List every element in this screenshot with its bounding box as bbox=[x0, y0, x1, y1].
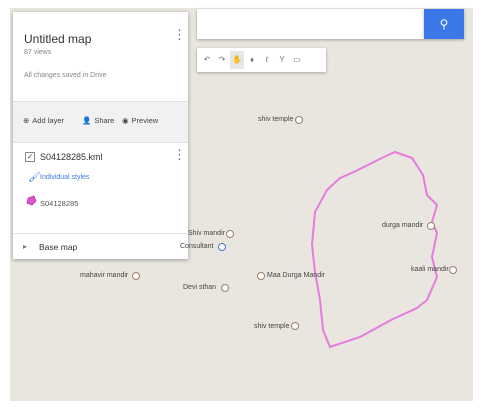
expand-arrow-icon[interactable]: ▸ bbox=[23, 242, 27, 251]
map-toolbar: ↶ ↷ ✋ ⬧ ℓ Y ▭ bbox=[197, 48, 326, 72]
place-label[interactable]: Consultant bbox=[180, 243, 213, 250]
redo-icon[interactable]: ↷ bbox=[215, 51, 229, 69]
place-label[interactable]: shiv temple bbox=[254, 323, 289, 330]
ruler-icon[interactable]: ▭ bbox=[290, 51, 304, 69]
place-marker-icon[interactable] bbox=[221, 284, 229, 292]
draw-line-icon[interactable]: ℓ bbox=[260, 51, 274, 69]
directions-icon[interactable]: Y bbox=[275, 51, 289, 69]
place-label[interactable]: Shiv mandir bbox=[188, 230, 225, 237]
views-count: 87 views bbox=[24, 49, 52, 56]
marker-icon[interactable]: ⬧ bbox=[245, 51, 259, 69]
layer-options-icon[interactable]: ⋮ bbox=[173, 148, 186, 161]
place-marker-icon[interactable] bbox=[449, 266, 457, 274]
map-options-icon[interactable]: ⋮ bbox=[173, 28, 186, 41]
place-marker-icon[interactable] bbox=[257, 272, 265, 280]
place-marker-icon[interactable] bbox=[291, 322, 299, 330]
place-label[interactable]: mahavir mandir bbox=[80, 272, 128, 279]
individual-styles-link[interactable]: Individual styles bbox=[40, 174, 89, 181]
place-label[interactable]: durga mandir bbox=[382, 222, 423, 229]
map-title[interactable]: Untitled map bbox=[24, 32, 91, 46]
base-map-label: Base map bbox=[39, 242, 78, 252]
preview-icon: ◉ bbox=[122, 116, 129, 125]
add-layer-icon: ⊕ bbox=[23, 116, 30, 125]
polygon-style-icon[interactable] bbox=[26, 195, 37, 206]
share-icon: 👤 bbox=[82, 116, 92, 125]
share-label: Share bbox=[94, 116, 115, 125]
layer-name[interactable]: S04128285.kml bbox=[40, 152, 103, 162]
layer-checkbox[interactable]: ✓ bbox=[25, 152, 35, 162]
layer-item-label[interactable]: S04128285 bbox=[40, 199, 78, 208]
paint-roller-icon: 🖌 bbox=[28, 172, 41, 183]
place-label[interactable]: Devi sthan bbox=[183, 284, 216, 291]
base-map-row[interactable]: ▸ Base map bbox=[13, 233, 188, 260]
search-icon: ⚲ bbox=[439, 17, 449, 31]
preview-label: Preview bbox=[131, 116, 159, 125]
save-status: All changes saved in Drive bbox=[24, 72, 107, 79]
preview-button[interactable]: ◉ Preview bbox=[122, 116, 158, 125]
hand-icon[interactable]: ✋ bbox=[230, 51, 244, 69]
place-marker-icon[interactable] bbox=[295, 116, 303, 124]
share-button[interactable]: 👤 Share bbox=[82, 116, 114, 125]
place-marker-icon[interactable] bbox=[218, 243, 226, 251]
add-layer-button[interactable]: ⊕ Add layer bbox=[23, 116, 64, 125]
undo-icon[interactable]: ↶ bbox=[200, 51, 214, 69]
place-label[interactable]: shiv temple bbox=[258, 116, 293, 123]
add-layer-label: Add layer bbox=[32, 116, 64, 125]
place-marker-icon[interactable] bbox=[427, 222, 435, 230]
place-label[interactable]: kaali mandir bbox=[411, 266, 449, 273]
place-label[interactable]: Maa Durga Mandir bbox=[267, 272, 325, 279]
place-marker-icon[interactable] bbox=[226, 230, 234, 238]
panel-actions: ⊕ Add layer 👤 Share ◉ Preview bbox=[13, 101, 188, 143]
search-input[interactable] bbox=[197, 9, 424, 39]
map-side-panel: Untitled map 87 views All changes saved … bbox=[13, 12, 188, 259]
search-button[interactable]: ⚲ bbox=[424, 9, 464, 39]
place-marker-icon[interactable] bbox=[132, 272, 140, 280]
